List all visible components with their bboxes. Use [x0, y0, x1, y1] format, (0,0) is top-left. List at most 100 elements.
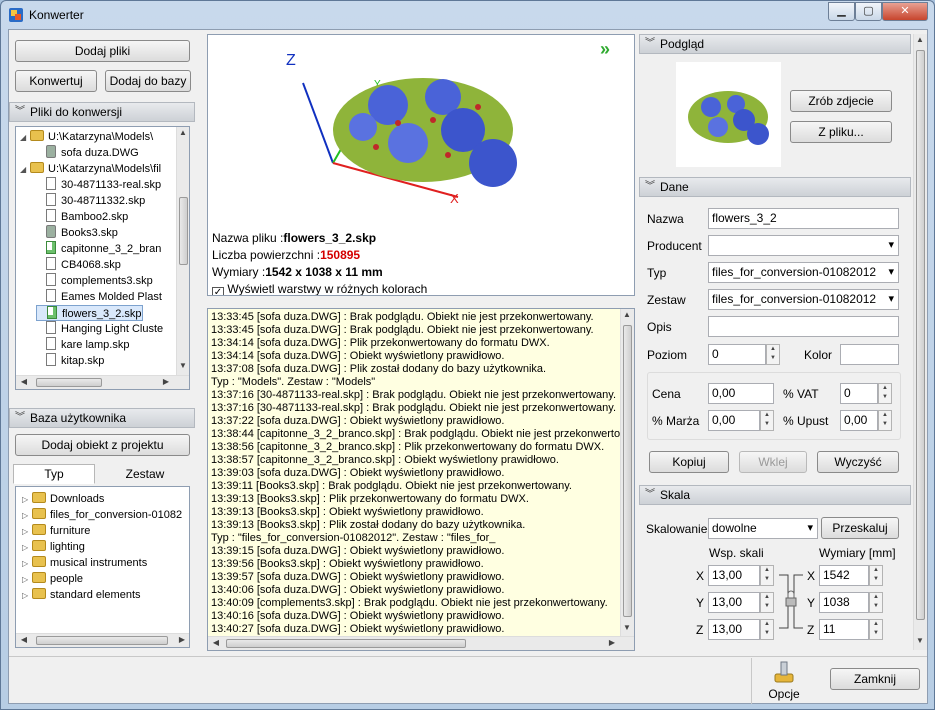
- scroll-down-icon[interactable]: ▼: [177, 361, 189, 370]
- tree-file-item[interactable]: sofa duza.DWG: [36, 145, 139, 161]
- rescale-button[interactable]: Przeskaluj: [821, 517, 899, 539]
- scroll-up-icon[interactable]: ▲: [914, 35, 926, 44]
- tree-folder-item[interactable]: ◢ U:\Katarzyna\Models\fil: [20, 161, 161, 177]
- close-button[interactable]: Zamknij: [830, 668, 920, 690]
- expand-triangle-icon[interactable]: ▷: [22, 556, 32, 572]
- db-tree-item[interactable]: ▷ files_for_conversion-01082: [22, 507, 182, 523]
- tree-file-item[interactable]: CB4068.skp: [36, 257, 121, 273]
- scroll-up-icon[interactable]: ▲: [621, 310, 633, 319]
- from-file-button[interactable]: Z pliku...: [790, 121, 892, 143]
- scroll-left-icon[interactable]: ◀: [18, 377, 30, 386]
- scroll-thumb[interactable]: [36, 636, 168, 645]
- layers-checkbox[interactable]: ✓: [212, 287, 224, 295]
- tab-type[interactable]: Typ: [13, 464, 95, 484]
- scroll-thumb[interactable]: [623, 325, 632, 617]
- tree-file-item[interactable]: Books3.skp: [36, 225, 118, 241]
- tree-file-item[interactable]: flowers_3_2.skp: [36, 305, 143, 321]
- tree-file-item[interactable]: 30-48711332.skp: [36, 193, 145, 209]
- tab-set[interactable]: Zestaw: [104, 464, 186, 484]
- event-log[interactable]: 13:33:45 [sofa duza.DWG] : Brak podglądu…: [207, 308, 635, 651]
- discount-stepper[interactable]: ▲ ▼: [878, 410, 892, 431]
- scale-y-input[interactable]: 13,00: [708, 592, 760, 613]
- log-hscroll[interactable]: ◀ ▶: [208, 636, 634, 650]
- description-input[interactable]: [708, 316, 899, 337]
- double-chevron-right-icon[interactable]: »: [600, 39, 610, 60]
- producer-select[interactable]: [708, 235, 899, 256]
- margin-stepper[interactable]: ▲ ▼: [760, 410, 774, 431]
- expand-triangle-icon[interactable]: ◢: [20, 162, 30, 178]
- user-db-panel-header[interactable]: ︾ Baza użytkownika: [9, 408, 195, 428]
- scroll-thumb[interactable]: [179, 197, 188, 265]
- expand-triangle-icon[interactable]: ▷: [22, 572, 32, 588]
- title-bar[interactable]: Konwerter ▁ ▢ ✕: [1, 1, 934, 29]
- tree-file-item[interactable]: Hanging Light Cluste: [36, 321, 163, 337]
- level-stepper[interactable]: ▲ ▼: [766, 344, 780, 365]
- db-tree-item[interactable]: ▷ Downloads: [22, 491, 104, 507]
- paste-button[interactable]: Wklej: [739, 451, 807, 473]
- db-tree-item[interactable]: ▷ lighting: [22, 539, 85, 555]
- vat-input[interactable]: 0: [840, 383, 878, 404]
- scale-y-stepper[interactable]: ▲ ▼: [760, 592, 774, 613]
- tree-file-item[interactable]: Eames Molded Plast: [36, 289, 162, 305]
- clear-button[interactable]: Wyczyść: [817, 451, 899, 473]
- tree-file-item[interactable]: complements3.skp: [36, 273, 153, 289]
- scale-x-input[interactable]: 13,00: [708, 565, 760, 586]
- db-tree[interactable]: ▷ Downloads ▷ files_for_conversion-01082 ▷ fu…: [15, 486, 190, 648]
- scale-panel-header[interactable]: ︾ Skala: [639, 485, 911, 505]
- scroll-left-icon[interactable]: ◀: [18, 635, 30, 644]
- expand-triangle-icon[interactable]: ▷: [22, 540, 32, 556]
- tree-file-item[interactable]: kitap.skp: [36, 353, 104, 369]
- model-viewer[interactable]: Z Y X » Nazwa pliku:flowers_3_2.skp Lic…: [207, 34, 635, 296]
- model-3d-preview[interactable]: Z Y X: [208, 35, 635, 230]
- db-tree-item[interactable]: ▷ standard elements: [22, 587, 141, 603]
- price-input[interactable]: 0,00: [708, 383, 774, 404]
- expand-triangle-icon[interactable]: ▷: [22, 524, 32, 540]
- scroll-up-icon[interactable]: ▲: [177, 128, 189, 137]
- take-photo-button[interactable]: Zrób zdjecie: [790, 90, 892, 112]
- maximize-button[interactable]: ▢: [855, 2, 882, 21]
- scroll-down-icon[interactable]: ▼: [914, 636, 926, 645]
- add-object-button[interactable]: Dodaj obiekt z projektu: [15, 434, 190, 456]
- discount-input[interactable]: 0,00: [840, 410, 878, 431]
- scroll-thumb[interactable]: [226, 639, 466, 648]
- right-panel-vscroll[interactable]: ▲ ▼: [913, 34, 927, 650]
- dim-y-stepper[interactable]: ▲ ▼: [869, 592, 883, 613]
- tree-file-item[interactable]: Bamboo2.skp: [36, 209, 128, 225]
- scaling-select[interactable]: dowolne: [708, 518, 818, 539]
- files-panel-header[interactable]: ︾ Pliki do konwersji: [9, 102, 195, 122]
- scale-z-input[interactable]: 13,00: [708, 619, 760, 640]
- margin-input[interactable]: 0,00: [708, 410, 760, 431]
- expand-triangle-icon[interactable]: ▷: [22, 508, 32, 524]
- convert-button[interactable]: Konwertuj: [15, 70, 97, 92]
- add-to-db-button[interactable]: Dodaj do bazy: [105, 70, 191, 92]
- expand-triangle-icon[interactable]: ▷: [22, 492, 32, 508]
- vat-stepper[interactable]: ▲ ▼: [878, 383, 892, 404]
- scroll-thumb[interactable]: [36, 378, 102, 387]
- scroll-right-icon[interactable]: ▶: [160, 377, 172, 386]
- preview-panel-header[interactable]: ︾ Podgląd: [639, 34, 911, 54]
- expand-triangle-icon[interactable]: ◢: [20, 130, 30, 146]
- layers-checkbox-row[interactable]: ✓ Wyświetl warstwy w różnych kolorach: [212, 282, 427, 295]
- dim-x-input[interactable]: 1542: [819, 565, 869, 586]
- expand-triangle-icon[interactable]: ▷: [22, 588, 32, 604]
- scale-z-stepper[interactable]: ▲ ▼: [760, 619, 774, 640]
- scale-x-stepper[interactable]: ▲ ▼: [760, 565, 774, 586]
- add-files-button[interactable]: Dodaj pliki: [15, 40, 190, 62]
- tree-file-item[interactable]: 30-4871133-real.skp: [36, 177, 161, 193]
- dim-y-input[interactable]: 1038: [819, 592, 869, 613]
- files-tree-vscroll[interactable]: ▲ ▼: [176, 127, 189, 375]
- scroll-left-icon[interactable]: ◀: [210, 638, 222, 647]
- tree-file-item[interactable]: kare lamp.skp: [36, 337, 129, 353]
- name-input[interactable]: flowers_3_2: [708, 208, 899, 229]
- scroll-right-icon[interactable]: ▶: [606, 638, 618, 647]
- copy-button[interactable]: Kopiuj: [649, 451, 729, 473]
- scroll-thumb[interactable]: [916, 50, 925, 620]
- scroll-right-icon[interactable]: ▶: [176, 635, 188, 644]
- tree-folder-item[interactable]: ◢ U:\Katarzyna\Models\: [20, 129, 153, 145]
- db-tree-item[interactable]: ▷ people: [22, 571, 83, 587]
- files-tree[interactable]: ◢ U:\Katarzyna\Models\ sofa duza.DWG ◢ U:\Ka…: [15, 126, 190, 390]
- close-window-button[interactable]: ✕: [882, 2, 928, 21]
- level-input[interactable]: 0: [708, 344, 766, 365]
- log-vscroll[interactable]: ▲ ▼: [620, 309, 634, 636]
- type-select[interactable]: files_for_conversion-01082012: [708, 262, 899, 283]
